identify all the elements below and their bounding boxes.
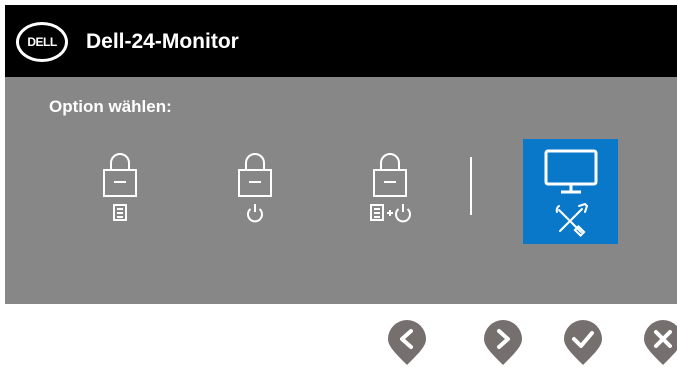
nav-right-button[interactable] xyxy=(483,320,523,366)
nav-confirm-button[interactable] xyxy=(563,320,603,366)
option-system-diagnostics[interactable] xyxy=(523,139,618,244)
system-diagnostics-icon xyxy=(544,149,598,238)
option-prompt: Option wählen: xyxy=(49,97,172,116)
right-arrow-icon xyxy=(484,320,522,365)
option-lock-menu-power[interactable] xyxy=(360,152,420,232)
close-icon xyxy=(644,320,677,365)
nav-exit-button[interactable] xyxy=(643,320,677,366)
lock-power-icon xyxy=(238,153,272,223)
left-arrow-icon xyxy=(388,320,426,365)
nav-left-button[interactable] xyxy=(387,320,427,366)
lock-menu-icon xyxy=(103,153,137,221)
option-lock-power[interactable] xyxy=(225,152,285,232)
option-panel: Option wählen: xyxy=(5,77,677,304)
option-divider xyxy=(470,157,472,215)
title-bar: DELL Dell-24-Monitor xyxy=(5,5,677,77)
checkmark-icon xyxy=(564,320,602,365)
lock-menu-power-icon xyxy=(370,153,411,223)
osd-window: DELL Dell-24-Monitor Option wählen: xyxy=(5,5,677,304)
dell-logo: DELL xyxy=(16,22,68,62)
monitor-title: Dell-24-Monitor xyxy=(86,30,239,53)
option-lock-menu[interactable] xyxy=(90,152,150,232)
